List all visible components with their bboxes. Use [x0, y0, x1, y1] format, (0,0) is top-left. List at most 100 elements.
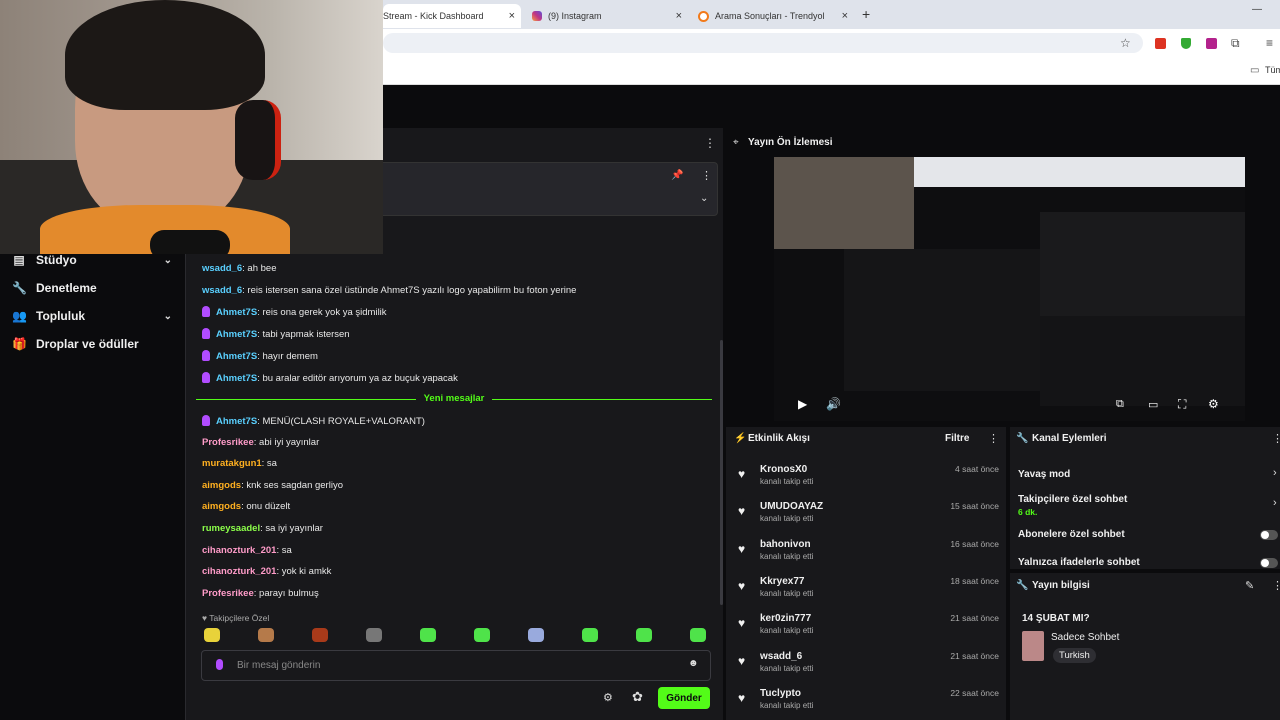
wrench-icon: 🔧	[12, 281, 27, 295]
tab-kick-dashboard[interactable]: Stream - Kick Dashboard ×	[383, 4, 521, 28]
activity-item[interactable]: ♥ KronosX0 kanalı takip etti 4 saat önce	[734, 464, 999, 496]
chat-scrollbar[interactable]	[720, 340, 723, 605]
badge-icon	[202, 328, 210, 340]
chat-username[interactable]: Profesrikee	[202, 588, 254, 599]
chat-text: knk ses sagdan gerliyo	[243, 479, 343, 491]
new-messages-label: Yeni mesajlar	[423, 393, 485, 404]
url-input[interactable]	[383, 33, 1143, 53]
emote-picker-icon[interactable]: ✿	[632, 689, 643, 705]
play-icon[interactable]: ▶	[798, 397, 807, 411]
stream-info-menu[interactable]: ⋮	[1272, 579, 1280, 592]
chat-username[interactable]: cihanozturk_201	[202, 545, 276, 556]
settings-icon[interactable]: ⚙	[1208, 397, 1219, 411]
chevron-down-icon[interactable]: ⌄	[700, 193, 708, 204]
sidebar-item-label: Denetleme	[36, 281, 97, 295]
pin-icon[interactable]: 📌	[671, 170, 683, 181]
stream-preview-video[interactable]: ▶ 🔊 ⧉ ▭ ⛶ ⚙	[774, 157, 1245, 421]
chat-username[interactable]: aimgods	[202, 480, 241, 491]
chat-username[interactable]: Ahmet7S	[216, 373, 257, 384]
chat-username[interactable]: Profesrikee	[202, 437, 254, 448]
close-icon[interactable]: ×	[509, 10, 515, 22]
activity-item[interactable]: ♥ bahonivon kanalı takip etti 16 saat önce	[734, 539, 999, 571]
chat-username[interactable]: cihanozturk_201	[202, 566, 276, 577]
chevron-right-icon[interactable]: ›	[1273, 467, 1277, 479]
new-tab-button[interactable]: +	[862, 6, 870, 22]
shield-extension-icon[interactable]	[1181, 38, 1191, 49]
activity-username[interactable]: KronosX0	[760, 464, 807, 475]
tab-instagram[interactable]: (9) Instagram ×	[528, 4, 688, 28]
close-icon[interactable]: ×	[676, 10, 682, 22]
chat-username[interactable]: Ahmet7S	[216, 329, 257, 340]
emote[interactable]	[312, 628, 328, 642]
chat-username[interactable]: Ahmet7S	[216, 351, 257, 362]
pinned-menu-button[interactable]: ⋮	[701, 169, 712, 182]
emote[interactable]	[258, 628, 274, 642]
chat-username[interactable]: rumeysaadel	[202, 523, 260, 534]
emoji-icon[interactable]: ☻	[688, 658, 699, 669]
extension-icon[interactable]	[1206, 38, 1217, 49]
activity-item[interactable]: ♥ Kkryex77 kanalı takip etti 18 saat önce	[734, 576, 999, 608]
subs-chat-toggle[interactable]	[1260, 530, 1278, 540]
heart-icon: ♥	[738, 578, 746, 593]
emote[interactable]	[420, 628, 436, 642]
activity-item[interactable]: ♥ UMUDOAYAZ kanalı takip etti 15 saat önce	[734, 501, 999, 533]
sidebar-item-drops[interactable]: 🎁 Droplar ve ödüller	[12, 337, 172, 351]
activity-item[interactable]: ♥ ker0zin777 kanalı takip etti 21 saat önce	[734, 613, 999, 645]
tab-label: Arama Sonuçları - Trendyol	[715, 11, 825, 21]
followers-chat-label[interactable]: Takipçilere özel sohbet	[1018, 494, 1127, 505]
pip-icon[interactable]: ⧉	[1116, 398, 1124, 411]
theater-icon[interactable]: ▭	[1148, 398, 1158, 411]
filter-button[interactable]: Filtre	[945, 433, 969, 444]
emotes-chat-toggle[interactable]	[1260, 558, 1278, 568]
activity-username[interactable]: UMUDOAYAZ	[760, 501, 823, 512]
sidebar-item-moderation[interactable]: 🔧 Denetleme	[12, 281, 172, 295]
activity-time: 16 saat önce	[950, 538, 999, 549]
bookmarks-all[interactable]: Tüm	[1265, 65, 1280, 75]
chat-message: Ahmet7S: reis ona gerek yok ya şidmilik	[202, 306, 387, 318]
sidebar-item-community[interactable]: 👥 Topluluk ⌄	[12, 309, 172, 323]
menu-icon[interactable]: ≡	[1266, 36, 1273, 50]
activity-menu-button[interactable]: ⋮	[988, 432, 999, 445]
activity-item[interactable]: ♥ Tuclypto kanalı takip etti 22 saat önce	[734, 688, 999, 720]
slow-mode-label[interactable]: Yavaş mod	[1018, 469, 1070, 480]
activity-username[interactable]: bahonivon	[760, 539, 811, 550]
activity-username[interactable]: ker0zin777	[760, 613, 811, 624]
chat-username[interactable]: muratakgun1	[202, 458, 262, 469]
emote[interactable]	[204, 628, 220, 642]
chat-username[interactable]: Ahmet7S	[216, 416, 257, 427]
chat-username[interactable]: wsadd_6	[202, 263, 242, 274]
channel-actions-menu[interactable]: ⋮	[1272, 432, 1280, 445]
volume-icon[interactable]: 🔊	[826, 397, 841, 411]
activity-username[interactable]: Kkryex77	[760, 576, 804, 587]
puzzle-icon[interactable]: ⧉	[1231, 36, 1240, 51]
chat-username[interactable]: aimgods	[202, 501, 241, 512]
stream-info-title: Yayın bilgisi	[1032, 580, 1090, 591]
chevron-right-icon[interactable]: ›	[1273, 497, 1277, 509]
emote[interactable]	[366, 628, 382, 642]
chat-menu-button[interactable]: ⋮	[704, 136, 716, 150]
chat-input[interactable]: Bir mesaj gönderin ☻	[201, 650, 711, 681]
close-icon[interactable]: ×	[842, 10, 848, 22]
settings-icon[interactable]: ⚙	[603, 691, 613, 704]
minimize-button[interactable]: —	[1252, 4, 1262, 15]
activity-username[interactable]: wsadd_6	[760, 651, 802, 662]
send-button[interactable]: Gönder	[658, 687, 710, 709]
emote[interactable]	[474, 628, 490, 642]
emote[interactable]	[582, 628, 598, 642]
activity-username[interactable]: Tuclypto	[760, 688, 801, 699]
sidebar-item-studio[interactable]: ▤ Stüdyo ⌄	[12, 253, 172, 267]
edit-icon[interactable]: ✎	[1245, 579, 1254, 592]
star-icon[interactable]: ☆	[1120, 36, 1131, 50]
chat-message: muratakgun1: sa	[202, 458, 277, 469]
chat-username[interactable]: wsadd_6	[202, 285, 242, 296]
pdf-extension-icon[interactable]	[1155, 38, 1166, 49]
emote[interactable]	[636, 628, 652, 642]
fullscreen-icon[interactable]: ⛶	[1178, 397, 1186, 412]
chat-text: sa iyi yayınlar	[262, 523, 323, 534]
emote[interactable]	[528, 628, 544, 642]
activity-item[interactable]: ♥ wsadd_6 kanalı takip etti 21 saat önce	[734, 651, 999, 683]
chat-message: cihanozturk_201: yok ki amkk	[202, 566, 331, 577]
chat-username[interactable]: Ahmet7S	[216, 307, 257, 318]
emote[interactable]	[690, 628, 706, 642]
tab-trendyol[interactable]: Arama Sonuçları - Trendyol ×	[694, 4, 854, 28]
